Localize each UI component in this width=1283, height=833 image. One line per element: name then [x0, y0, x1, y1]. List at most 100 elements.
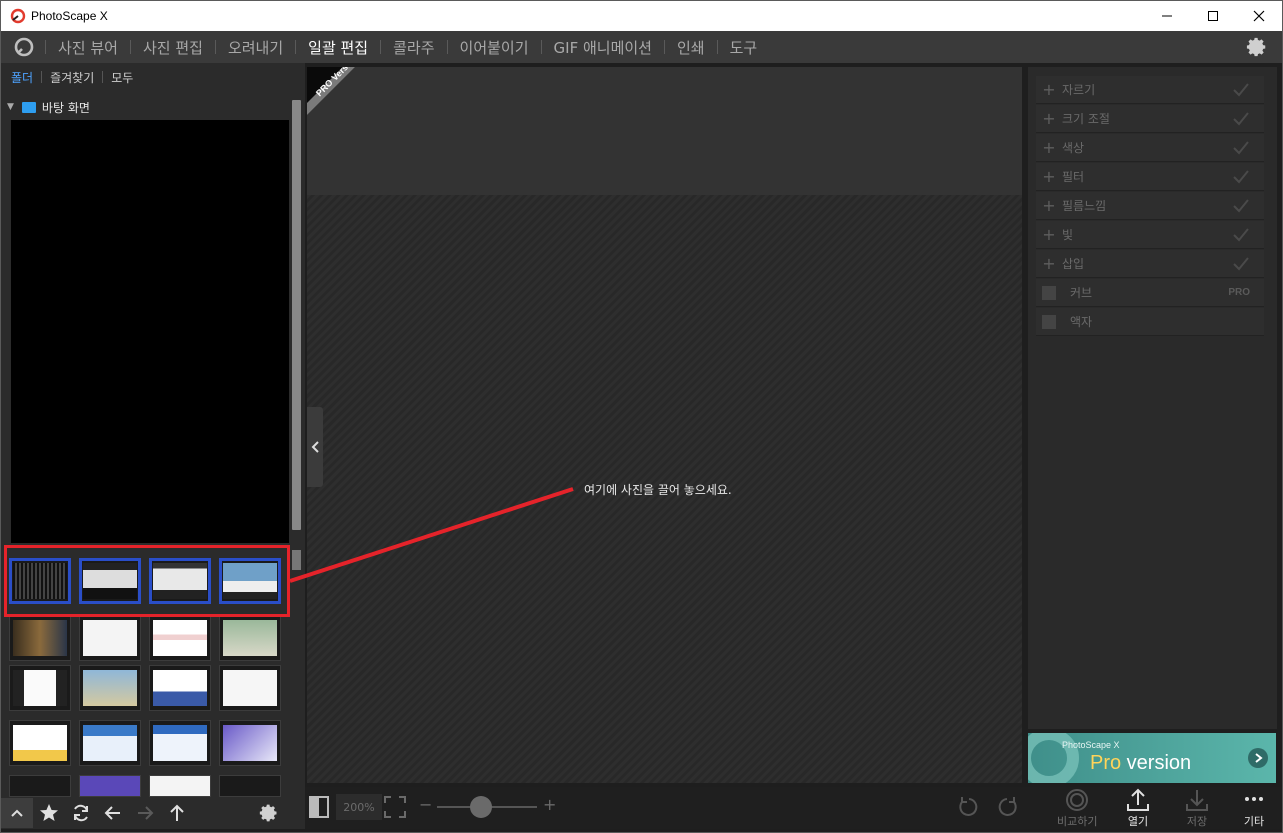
zoom-slider-handle[interactable]	[470, 796, 492, 818]
banner-title: Pro version	[1090, 752, 1191, 775]
menu-photo-edit[interactable]: 사진 편집	[131, 37, 215, 58]
thumbnail[interactable]	[9, 665, 71, 711]
opt-frame[interactable]: 액자	[1036, 308, 1264, 336]
check-icon[interactable]	[1232, 169, 1250, 185]
expand-arrow-icon[interactable]: ▼	[7, 102, 14, 112]
menu-tools[interactable]: 도구	[718, 37, 770, 58]
zoom-level-field[interactable]: 200%	[336, 794, 382, 820]
zoom-out-button[interactable]: −	[419, 795, 432, 814]
folder-tree-item-desktop[interactable]: ▼ 바탕 화면	[1, 97, 291, 117]
menu-combine[interactable]: 이어붙이기	[448, 37, 541, 58]
menu-cut-out[interactable]: 오려내기	[216, 37, 295, 58]
close-button[interactable]	[1236, 1, 1282, 31]
checkbox[interactable]	[1042, 285, 1056, 300]
banner-go-button[interactable]	[1248, 748, 1268, 768]
check-icon[interactable]	[1232, 82, 1250, 98]
browser-settings-button[interactable]	[253, 798, 285, 828]
adj-label: 빛	[1062, 228, 1074, 242]
menu-print[interactable]: 인쇄	[665, 37, 717, 58]
adj-filter[interactable]: + 필터	[1036, 163, 1264, 191]
more-button[interactable]: 기타	[1241, 787, 1267, 829]
parent-folder-button[interactable]	[161, 798, 193, 828]
tree-scrollbar[interactable]	[292, 100, 301, 530]
collapse-up-button[interactable]	[1, 798, 33, 828]
adj-light[interactable]: + 빛	[1036, 221, 1264, 249]
tab-all[interactable]: 모두	[109, 69, 139, 86]
pro-version-badge: PRO Version	[307, 67, 355, 115]
file-browser-panel: 폴더 즐겨찾기 모두 ▼ 바탕 화면	[1, 63, 305, 829]
thumbnail[interactable]	[79, 615, 141, 661]
thumbnail-image	[153, 725, 207, 761]
thumbnail[interactable]	[219, 665, 281, 711]
pro-version-banner[interactable]: PhotoScape X Pro version	[1028, 733, 1276, 783]
compare-button[interactable]: 비교하기	[1057, 787, 1097, 829]
favorite-button[interactable]	[33, 798, 65, 828]
settings-gear-icon[interactable]	[1246, 36, 1268, 58]
tab-folder[interactable]: 폴더	[9, 69, 39, 86]
adj-film[interactable]: + 필름느낌	[1036, 192, 1264, 220]
plus-icon: +	[1042, 109, 1056, 128]
thumbnail[interactable]	[219, 615, 281, 661]
adj-crop[interactable]: + 자르기	[1036, 76, 1264, 104]
thumbnail[interactable]	[219, 720, 281, 766]
rotate-left-icon[interactable]	[957, 795, 981, 819]
check-icon[interactable]	[1232, 227, 1250, 243]
splitter-handle[interactable]	[292, 550, 301, 570]
menu-photo-viewer[interactable]: 사진 뷰어	[46, 37, 130, 58]
thumbnail-image	[13, 620, 67, 656]
thumbnail[interactable]	[79, 775, 141, 797]
adj-label: 크기 조절	[1062, 112, 1110, 126]
tab-favorites[interactable]: 즐겨찾기	[48, 69, 100, 86]
browser-toolbar	[1, 797, 305, 829]
adj-label: 삽입	[1062, 257, 1085, 271]
adj-insert[interactable]: + 삽입	[1036, 250, 1264, 278]
main-menu-bar: 사진 뷰어 사진 편집 오려내기 일괄 편집 콜라주 이어붙이기 GIF 애니메…	[1, 31, 1282, 63]
app-logo-icon	[10, 8, 26, 24]
tab-separator	[41, 71, 43, 83]
refresh-button[interactable]	[65, 798, 97, 828]
folder-tree-area[interactable]	[11, 120, 289, 543]
maximize-button[interactable]	[1190, 1, 1236, 31]
thumbnail[interactable]	[149, 720, 211, 766]
thumbnail[interactable]	[149, 615, 211, 661]
thumbnail-image	[153, 620, 207, 656]
open-button[interactable]: 열기	[1125, 787, 1151, 829]
plus-icon: +	[1042, 225, 1056, 244]
view-toggle-button[interactable]	[309, 796, 329, 818]
menu-collage[interactable]: 콜라주	[381, 37, 446, 58]
thumbnail[interactable]	[9, 720, 71, 766]
home-icon[interactable]	[13, 36, 35, 58]
check-icon[interactable]	[1232, 140, 1250, 156]
bottom-toolbar: − + 비교하기 열기 저장 기타	[305, 787, 1282, 829]
adj-resize[interactable]: + 크기 조절	[1036, 105, 1264, 133]
minimize-button[interactable]	[1144, 1, 1190, 31]
banner-pro-word: Pro	[1090, 752, 1122, 774]
zoom-in-button[interactable]: +	[543, 795, 556, 814]
forward-button[interactable]	[129, 798, 161, 828]
rotate-right-icon[interactable]	[995, 795, 1019, 819]
thumbnail[interactable]	[9, 775, 71, 797]
opt-curves[interactable]: 커브 PRO	[1036, 279, 1264, 307]
checkbox[interactable]	[1042, 314, 1056, 329]
check-icon[interactable]	[1232, 256, 1250, 272]
back-button[interactable]	[97, 798, 129, 828]
batch-file-strip[interactable]	[307, 67, 1022, 195]
adj-label: 필름느낌	[1062, 199, 1107, 213]
adj-color[interactable]: + 색상	[1036, 134, 1264, 162]
save-button[interactable]: 저장	[1184, 787, 1210, 829]
thumbnail[interactable]	[219, 775, 281, 797]
thumbnail[interactable]	[149, 775, 211, 797]
menu-batch-edit[interactable]: 일괄 편집	[296, 37, 380, 58]
adj-label: 필터	[1062, 170, 1085, 184]
thumbnail[interactable]	[79, 720, 141, 766]
thumbnail[interactable]	[149, 665, 211, 711]
collapse-panel-button[interactable]	[307, 407, 323, 487]
thumbnail-image	[13, 670, 67, 706]
check-icon[interactable]	[1232, 111, 1250, 127]
thumbnail[interactable]	[79, 665, 141, 711]
fit-screen-icon[interactable]	[383, 795, 407, 819]
menu-gif-animation[interactable]: GIF 애니메이션	[542, 37, 664, 58]
chevron-up-icon	[11, 809, 23, 817]
thumbnail[interactable]	[9, 615, 71, 661]
check-icon[interactable]	[1232, 198, 1250, 214]
